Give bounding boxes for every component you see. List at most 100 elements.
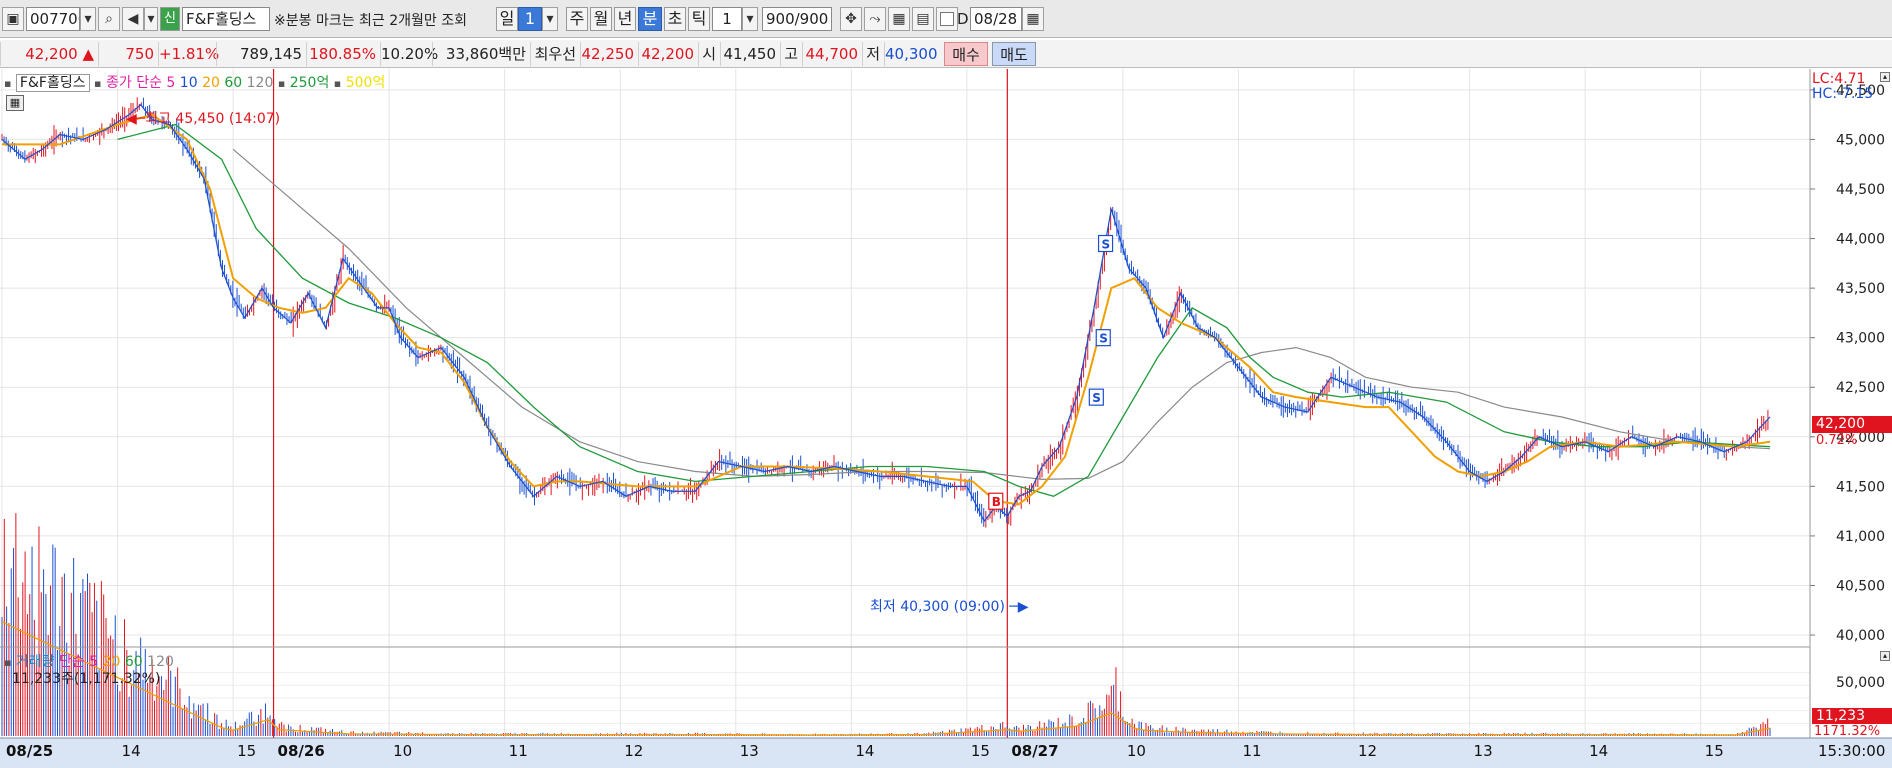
date-input[interactable]: 08/28 [970, 7, 1022, 31]
buy-marker: B [992, 495, 1001, 509]
volume-tag: 11,233 [1812, 708, 1892, 724]
count-value: 900/900 [766, 10, 829, 28]
chart-layout-icon[interactable]: ▣ [2, 7, 24, 31]
chevron-down-icon[interactable]: ▾ [742, 7, 758, 31]
stock-code-value: 007700 [30, 10, 79, 28]
notice-text: ※분봉 마크는 최근 2개월만 조회 [274, 13, 467, 29]
x-tick-label: 08/27 [1011, 742, 1058, 760]
y-tick-label: 44,000 [1836, 232, 1885, 248]
y-tick-label: 41,000 [1836, 529, 1885, 545]
calendar-icon[interactable]: ▦ [1022, 7, 1044, 31]
bid-price: 42,200 [638, 42, 698, 66]
y-tick-label: 42,500 [1836, 380, 1885, 396]
best-label: 최우선 [530, 42, 580, 66]
panel-collapse-icon-top[interactable]: ▴ [1880, 72, 1890, 82]
d-checkbox[interactable] [940, 12, 954, 26]
x-tick-label: 12 [1358, 742, 1377, 760]
buy-button[interactable]: 매수 [944, 42, 988, 66]
panel-collapse-icon[interactable]: ▴ [1880, 651, 1890, 661]
period-week[interactable]: 주 [566, 7, 588, 31]
legend-square-icon: ▪ [4, 77, 12, 90]
legend-vol2: 500억 [345, 75, 386, 91]
count-input[interactable]: 900/900 [762, 7, 832, 31]
high-annotation: ◀─최고 45,450 (14:07) [126, 111, 281, 127]
legend-ma-kind: 단순 [136, 75, 162, 91]
legend-square-icon: ▪ [4, 656, 12, 669]
d-label: D [957, 10, 969, 28]
x-tick-label: 14 [1589, 742, 1608, 760]
x-tick-label: 14 [855, 742, 874, 760]
x-tick-label: 15 [971, 742, 990, 760]
volume-bars [1, 513, 1771, 736]
x-tick-label: 10 [393, 742, 412, 760]
price-change: 750 [98, 42, 158, 66]
period-second[interactable]: 초 [664, 7, 686, 31]
price-legend: ▪ F&F홀딩스 ▪ 종가 단순 5 10 20 60 120 ▪ 250억 ▪… [4, 72, 385, 92]
chevron-down-icon[interactable]: ▾ [80, 7, 96, 31]
volume-value: 789,145 [216, 42, 306, 66]
legend-square-icon: ▪ [94, 77, 102, 90]
volume-pct-tag: 1171.32% [1814, 724, 1881, 739]
interval-input[interactable]: 1 [712, 7, 742, 31]
table-icon[interactable]: ▦ [6, 95, 24, 111]
dropdown-icon[interactable]: ▾ [144, 7, 158, 31]
x-tick-label: 15 [1705, 742, 1724, 760]
lc-label: LC:4.71 [1812, 71, 1866, 87]
period-day[interactable]: 일 [496, 7, 518, 31]
chevron-down-icon[interactable]: ▾ [542, 7, 558, 31]
toolbar: ▣ 007700 ▾ ⌕ ◀ ▾ 신 F&F홀딩스 ※분봉 마크는 최근 2개월… [0, 0, 1892, 38]
x-tick-label: 14 [122, 742, 141, 760]
high-price: 44,700 [802, 42, 862, 66]
price-change-pct: +1.81% [158, 42, 219, 66]
low-price: 40,300 [884, 42, 938, 66]
interval-value: 1 [722, 10, 732, 28]
period-day-count[interactable]: 1 [518, 7, 542, 31]
price-chart[interactable]: BSSS 45,50045,00044,50044,00043,50043,00… [0, 69, 1892, 768]
volume-info: 11,233주(1,171.32%) [12, 671, 161, 687]
search-icon[interactable]: ⌕ [98, 7, 120, 31]
x-tick-label: 15 [237, 742, 256, 760]
y-tick-label: 44,500 [1836, 182, 1885, 198]
legend-stock-name: F&F홀딩스 [15, 74, 90, 92]
high-label: 고 [780, 42, 802, 66]
price-pct-tag: 0.72% [1816, 433, 1858, 448]
period-month[interactable]: 월 [590, 7, 612, 31]
x-tick-label: 12 [624, 742, 643, 760]
legend-ma5: 5 [166, 75, 176, 91]
volume-ma-line [1, 621, 1771, 736]
speaker-icon[interactable]: ◀ [122, 7, 144, 31]
sell-button[interactable]: 매도 [992, 42, 1036, 66]
open-price: 41,450 [720, 42, 780, 66]
sell-marker: S [1092, 391, 1101, 405]
x-tick-label: 11 [509, 742, 528, 760]
sell-marker: S [1102, 238, 1111, 252]
stock-code-input[interactable]: 007700 [26, 7, 80, 31]
legend-vol1: 250억 [289, 75, 330, 91]
legend-ma120: 120 [246, 75, 274, 91]
date-value: 08/28 [974, 10, 1018, 28]
indicator-icon[interactable]: ⤳ [864, 7, 886, 31]
period-tick[interactable]: 틱 [688, 7, 710, 31]
low-label: 저 [862, 42, 884, 66]
stock-name-field[interactable]: F&F홀딩스 [182, 7, 270, 31]
y-tick-label: 45,000 [1836, 132, 1885, 148]
save-btn[interactable]: ▤ [912, 7, 934, 31]
ma60-line [117, 123, 1771, 498]
x-tick-label: 10 [1127, 742, 1146, 760]
close-line [1, 103, 1771, 523]
legend-ma10: 10 [179, 75, 198, 91]
current-price: 42,200 ▲ [0, 42, 98, 66]
candle-series [1, 97, 1769, 528]
low-annotation: 최저 40,300 (09:00) ─▶ [870, 599, 1029, 615]
candle-settings-icon[interactable]: ✥ [840, 7, 862, 31]
x-tick-label: 08/25 [6, 742, 53, 760]
open-label: 시 [698, 42, 720, 66]
trade-amount: 33,860백만 [432, 42, 530, 66]
period-year[interactable]: 년 [614, 7, 636, 31]
current-price-tag: 42,200 [1812, 416, 1892, 433]
grid-icon[interactable]: ▦ [888, 7, 910, 31]
ma120-line [232, 148, 1771, 481]
ask-price: 42,250 [580, 42, 638, 66]
period-minute[interactable]: 분 [638, 7, 662, 31]
market-badge: 신 [160, 7, 180, 31]
